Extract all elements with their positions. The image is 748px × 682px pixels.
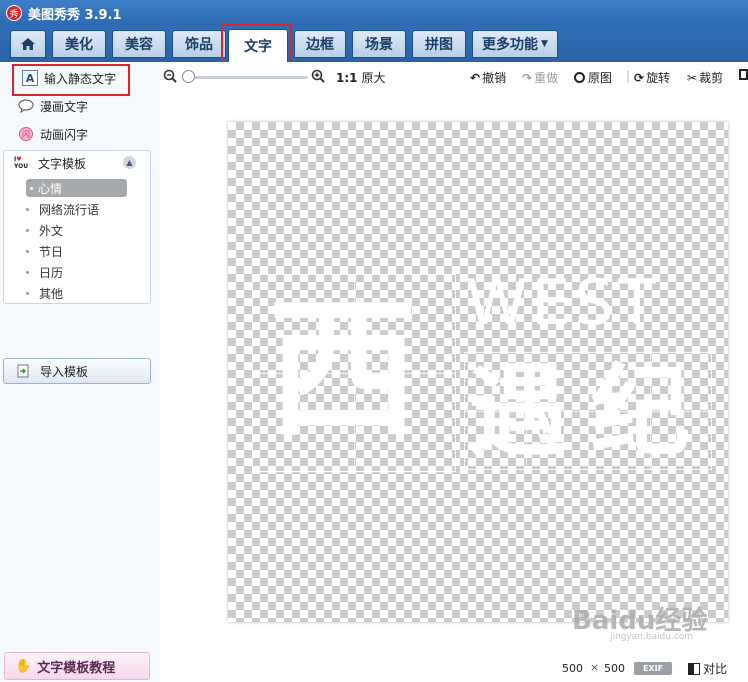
main-tab-bar: 美化 美容 饰品 文字 边框 场景 拼图 更多功能 ▼ <box>0 26 748 62</box>
template-item-holiday[interactable]: 节日 <box>26 242 63 260</box>
sidebar-item-label: 动画闪字 <box>40 127 89 142</box>
more-features-label: 更多功能 <box>482 37 539 53</box>
tab-more-features[interactable]: 更多功能 ▼ <box>472 30 558 58</box>
tutorial-label: 文字模板教程 <box>37 660 116 676</box>
undo-button[interactable]: ↶ 撤销 <box>470 69 506 86</box>
sidebar-item-comic-text[interactable]: 漫画文字 <box>4 94 88 118</box>
template-header[interactable]: I♥ YOU 文字模板 <box>14 155 86 172</box>
exif-button[interactable]: EXIF <box>634 662 672 675</box>
tab-beautify[interactable]: 美化 <box>52 30 106 58</box>
circle-icon <box>574 72 585 83</box>
zoom-in-icon[interactable] <box>311 69 325 83</box>
zoom-slider-thumb[interactable] <box>182 70 195 83</box>
template-item-buzzwords[interactable]: 网络流行语 <box>26 200 99 218</box>
dropdown-arrow-icon: ▼ <box>541 39 548 49</box>
import-template-label: 导入模板 <box>40 364 89 379</box>
rotate-button[interactable]: ⟳ 旋转 <box>634 69 670 86</box>
hand-icon: ✋ <box>15 658 32 674</box>
image-canvas[interactable]: 西 WEST 遇 纪 <box>228 122 728 622</box>
template-item-mood[interactable]: 心情 <box>26 179 127 197</box>
title-bar: 秀 美图秀秀 3.9.1 <box>0 0 748 26</box>
crop-button[interactable]: ✂ 裁剪 <box>687 69 723 86</box>
home-tab[interactable] <box>10 30 46 58</box>
work-area: 西 WEST 遇 纪 <box>160 92 748 652</box>
template-title: 文字模板 <box>38 157 87 171</box>
more-tools-icon[interactable] <box>739 69 748 80</box>
canvas-char-ji[interactable]: 纪 <box>590 354 690 470</box>
highlight-static-text <box>12 64 130 96</box>
zoom-out-icon[interactable] <box>163 69 177 83</box>
tab-scene[interactable]: 场景 <box>352 30 406 58</box>
collapse-up-icon[interactable]: ▲ <box>123 156 136 169</box>
redo-button[interactable]: ↷ 重做 <box>522 69 558 86</box>
text-template-tutorial-button[interactable]: ✋ 文字模板教程 <box>4 652 150 680</box>
compare-icon <box>688 662 700 675</box>
flash-text-icon: 闪 <box>18 126 34 142</box>
left-panel: A 输入静态文字 漫画文字 闪 动画闪字 I♥ YOU 文字模板 ▲ 心情 网络流… <box>0 62 160 682</box>
i-love-you-icon: I♥ YOU <box>14 155 29 170</box>
baidu-watermark-url: jingyan.baidu.com <box>610 632 694 642</box>
image-width: 500 <box>562 662 583 675</box>
tab-collage[interactable]: 拼图 <box>412 30 466 58</box>
canvas-word-west[interactable]: WEST <box>466 268 660 338</box>
sidebar-item-animated-text[interactable]: 闪 动画闪字 <box>4 122 88 146</box>
image-height: 500 <box>604 662 625 675</box>
canvas-char-yu[interactable]: 遇 <box>468 354 568 470</box>
app-logo-icon: 秀 <box>6 5 22 21</box>
redo-icon: ↷ <box>522 70 533 85</box>
original-image-button[interactable]: 原图 <box>574 69 612 86</box>
compare-button[interactable]: 对比 <box>688 660 727 677</box>
canvas-char-xi[interactable]: 西 <box>268 280 418 460</box>
actual-size-button[interactable]: 1:1 原大 <box>336 69 386 86</box>
undo-icon: ↶ <box>470 70 481 85</box>
zoom-slider-track[interactable] <box>188 76 308 79</box>
canvas-toolbar: 1:1 原大 ↶ 撤销 ↷ 重做 原图 | ⟳ 旋转 ✂ 裁剪 <box>160 62 748 92</box>
import-icon <box>16 364 30 378</box>
times-sign: × <box>590 661 600 674</box>
original-size-label: 原大 <box>361 71 386 85</box>
tab-beauty[interactable]: 美容 <box>112 30 166 58</box>
template-item-foreign[interactable]: 外文 <box>26 221 63 239</box>
template-item-other[interactable]: 其他 <box>26 284 63 302</box>
ratio-label: 1:1 <box>336 70 358 85</box>
template-item-calendar[interactable]: 日历 <box>26 263 63 281</box>
scissors-icon: ✂ <box>687 70 698 85</box>
toolbar-divider: | <box>626 69 631 83</box>
app-title: 美图秀秀 3.9.1 <box>28 7 122 23</box>
tab-border[interactable]: 边框 <box>294 30 346 58</box>
speech-bubble-icon <box>18 98 34 114</box>
import-template-button[interactable]: 导入模板 <box>3 358 151 384</box>
text-template-panel: I♥ YOU 文字模板 ▲ 心情 网络流行语 外文 节日 日历 其他 <box>3 150 151 304</box>
home-icon <box>21 38 35 50</box>
status-bar: 500 × 500 EXIF 对比 <box>160 652 748 682</box>
highlight-tab-text <box>221 24 292 67</box>
tab-accessories[interactable]: 饰品 <box>172 30 226 58</box>
sidebar-item-label: 漫画文字 <box>40 99 89 114</box>
svg-text:闪: 闪 <box>22 130 30 139</box>
rotate-icon: ⟳ <box>634 70 645 85</box>
